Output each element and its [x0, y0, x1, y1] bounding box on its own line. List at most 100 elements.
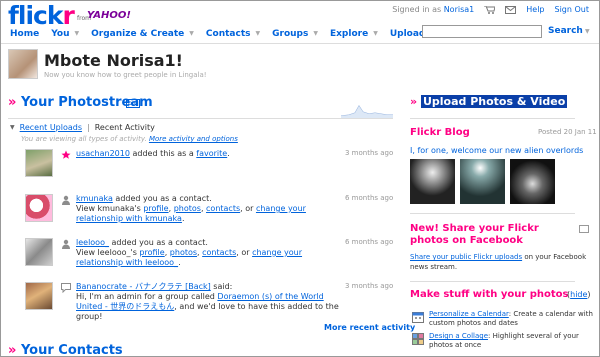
- sign-out-link[interactable]: Sign Out: [555, 5, 590, 14]
- blog-thumbnail[interactable]: [460, 159, 505, 204]
- nav-home[interactable]: Home: [10, 29, 39, 39]
- blog-thumbnail[interactable]: [410, 159, 455, 204]
- activity-text: kmunaka added you as a contact. View kmun…: [76, 194, 306, 223]
- make-item-text: Personalize a Calendar: Create a calenda…: [429, 310, 594, 328]
- nav-groups[interactable]: Groups ▼: [272, 29, 318, 39]
- blog-thumbnail[interactable]: [510, 159, 555, 204]
- section-arrow-icon: »: [8, 95, 21, 110]
- activity-text: usachan2010 added this as a favorite.: [76, 149, 346, 159]
- activity-time: 6 months ago: [345, 194, 394, 202]
- viewing-prefix: You are viewing all types of activity.: [21, 135, 147, 143]
- activity-tail: .: [227, 149, 230, 158]
- activity-action: added you as a contact.: [112, 194, 212, 203]
- contacts-title[interactable]: » Your Contacts: [8, 343, 123, 357]
- nav-label: Home: [10, 28, 40, 39]
- photos-link[interactable]: photos: [174, 204, 201, 213]
- activity-thumbnail[interactable]: [25, 194, 53, 222]
- photostream-divider: [8, 118, 393, 119]
- collapse-triangle-icon[interactable]: ▼: [10, 124, 15, 131]
- signed-in-user-link[interactable]: Norisa1: [444, 5, 475, 14]
- profile-link[interactable]: profile: [139, 248, 164, 257]
- viewing-note: You are viewing all types of activity. M…: [21, 135, 238, 143]
- search-button[interactable]: Search: [548, 26, 583, 36]
- greeting-title: Mbote Norisa1!: [44, 51, 183, 70]
- help-link[interactable]: Help: [526, 5, 544, 14]
- more-recent-activity-link[interactable]: More recent activity: [324, 323, 415, 332]
- activity-user-link[interactable]: kmunaka: [76, 194, 113, 203]
- top-account-bar: Signed in as Norisa1 Help Sign Out: [392, 5, 589, 14]
- contact-person-icon: [61, 195, 71, 205]
- photos-link[interactable]: photos: [170, 248, 197, 257]
- chevron-down-icon[interactable]: ▼: [373, 30, 378, 37]
- search-input[interactable]: [422, 25, 542, 38]
- right-divider: [410, 213, 575, 214]
- activity-view-prefix: View leelooo_'s: [76, 248, 140, 257]
- calendar-icon: [412, 312, 424, 323]
- contacts-link[interactable]: contacts: [206, 204, 240, 213]
- chevron-down-icon[interactable]: ▼: [74, 30, 79, 37]
- header: flickr from YAHOO! Signed in as Norisa1 …: [1, 1, 599, 43]
- blog-title[interactable]: Flickr Blog: [410, 127, 470, 138]
- blog-post-link[interactable]: I, for one, welcome our new alien overlo…: [410, 146, 583, 155]
- chevron-down-icon[interactable]: ▼: [189, 30, 194, 37]
- signed-in-prefix: Signed in as: [392, 5, 442, 14]
- nav-you[interactable]: You ▼: [51, 29, 79, 39]
- favorite-link[interactable]: favorite: [196, 149, 227, 158]
- hide-control: (hide): [567, 290, 591, 299]
- activity-user-link[interactable]: leelooo_: [76, 238, 109, 247]
- facebook-share-title: New! Share your Flickr photos on Faceboo…: [410, 223, 539, 246]
- favorite-star-icon: [61, 150, 71, 160]
- search-options-caret-icon[interactable]: ▼: [585, 28, 590, 35]
- yahoo-logo: YAHOO!: [87, 10, 131, 21]
- activity-time: 3 months ago: [345, 282, 394, 290]
- cart-icon[interactable]: [484, 5, 496, 14]
- tab-recent-activity[interactable]: Recent Activity: [95, 123, 155, 132]
- avatar[interactable]: [8, 49, 38, 79]
- tab-recent-uploads[interactable]: Recent Uploads: [20, 123, 82, 132]
- activity-action: added this as a: [129, 149, 197, 158]
- activity-user-link[interactable]: Bananocrate - バナノクラテ [Back]: [76, 282, 211, 291]
- nav-contacts[interactable]: Contacts ▼: [206, 29, 260, 39]
- contacts-link[interactable]: contacts: [202, 248, 236, 257]
- nav-organize-create[interactable]: Organize & Create ▼: [91, 29, 194, 39]
- activity-action: added you as a contact.: [108, 238, 208, 247]
- facebook-share-link[interactable]: Share your public Flickr uploads: [410, 253, 522, 261]
- chevron-down-icon[interactable]: ▼: [256, 30, 261, 37]
- hide-link[interactable]: hide: [570, 290, 587, 299]
- activity-thumbnail[interactable]: [25, 282, 53, 310]
- activity-tabs: ▼ Recent Uploads | Recent Activity: [10, 123, 155, 132]
- pro-badge[interactable]: pro: [126, 99, 140, 108]
- blog-date: Posted 20 Jan 11: [538, 128, 597, 136]
- comment-prefix: Hi, I'm an admin for a group called: [76, 292, 218, 301]
- right-divider: [410, 118, 575, 119]
- mail-icon[interactable]: [505, 5, 517, 14]
- activity-or: , or: [236, 248, 253, 257]
- activity-thumbnail[interactable]: [25, 238, 53, 266]
- activity-thumbnail[interactable]: [25, 149, 53, 177]
- activity-tail: .: [181, 214, 185, 223]
- hide-paren-close: ): [587, 290, 591, 299]
- personalize-calendar-link[interactable]: Personalize a Calendar: [429, 310, 509, 318]
- greeting-subtitle: Now you know how to greet people in Ling…: [44, 71, 207, 79]
- header-divider: [1, 43, 599, 44]
- section-arrow-icon: »: [8, 343, 21, 357]
- activity-user-link[interactable]: usachan2010: [76, 149, 130, 158]
- activity-time: 3 months ago: [345, 149, 394, 157]
- design-collage-link[interactable]: Design a Collage: [429, 332, 488, 340]
- nav-explore[interactable]: Explore ▼: [330, 29, 378, 39]
- nav-upload[interactable]: Upload: [390, 29, 426, 39]
- chevron-down-icon[interactable]: ▼: [313, 30, 318, 37]
- signed-in-text: Signed in as Norisa1: [392, 5, 474, 14]
- stats-sparkline[interactable]: [341, 96, 393, 118]
- profile-link[interactable]: profile: [143, 204, 168, 213]
- nav-label: Upload: [389, 28, 426, 39]
- nav-label: Explore: [329, 28, 369, 39]
- more-activity-options-link[interactable]: More activity and options: [149, 135, 238, 143]
- nav-label: You: [51, 28, 70, 39]
- activity-action: said:: [210, 282, 233, 291]
- page-frame: flickr from YAHOO! Signed in as Norisa1 …: [0, 0, 600, 357]
- close-icon[interactable]: [579, 225, 589, 233]
- upload-title[interactable]: » Upload Photos & Video: [410, 95, 568, 108]
- nav-label: Organize & Create: [91, 28, 185, 39]
- tab-separator: |: [87, 123, 90, 132]
